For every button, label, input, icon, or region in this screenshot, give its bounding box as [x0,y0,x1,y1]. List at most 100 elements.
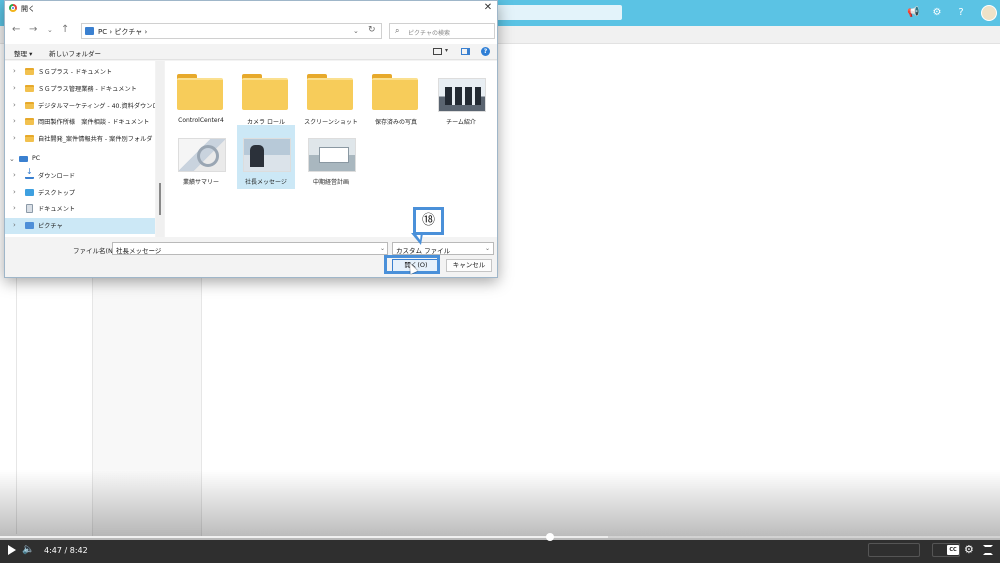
expand-chevron-icon[interactable]: › [13,204,16,212]
tree-item-digital-marketing[interactable]: › デジタルマーケティング - 40.資料ダウンロード [5,98,155,114]
video-overlay-shade [0,470,1000,540]
forward-arrow-icon[interactable]: → [29,25,37,35]
address-bar[interactable]: PC › ピクチャ › ⌄ ↻ [81,23,382,39]
view-dropdown-icon[interactable]: ▾ [445,47,448,54]
view-options-icon[interactable] [433,48,442,55]
close-icon[interactable]: ✕ [481,2,495,14]
folder-item-camera-roll[interactable]: カメラ ロール [237,65,295,129]
progress-scrubber[interactable] [546,533,554,541]
filetype-value: カスタム ファイル [396,247,451,255]
tree-item-sg-plus-admin[interactable]: › ＳＧプラス管理業務 - ドキュメント [5,81,155,97]
volume-icon[interactable]: 🔈 [22,544,34,555]
tree-item-label: PC [32,155,41,162]
expand-chevron-icon[interactable]: › [13,134,16,142]
tree-item-label: ダウンロード [38,173,76,180]
back-arrow-icon[interactable]: ← [12,25,20,35]
file-name: 中期経営計画 [312,179,349,186]
filetype-dropdown-icon[interactable]: ⌄ [485,245,490,252]
tree-item-desktop[interactable]: › デスクトップ [5,185,155,201]
help-icon[interactable]: ? [955,7,967,19]
folder-icon [242,74,288,110]
megaphone-icon[interactable]: 📢 [907,7,919,19]
app-search-bar[interactable] [486,5,622,20]
tree-item-label: ＳＧプラス - ドキュメント [38,69,113,76]
file-list: ControlCenter4 カメラ ロール スクリーンショット 保存済みの写真… [165,61,497,237]
organize-button[interactable]: 整理 ▾ [14,48,32,58]
gear-icon[interactable]: ⚙ [931,7,943,19]
image-item-performance-summary[interactable]: 業績サマリー [172,125,230,189]
folder-item-saved-pictures[interactable]: 保存済みの写真 [367,65,425,129]
tree-item-pc[interactable]: ⌄ PC [5,152,155,168]
dialog-titlebar: 開く ✕ [5,1,497,16]
chrome-icon [9,4,17,12]
search-placeholder: ピクチャの検索 [408,30,450,37]
cancel-button[interactable]: キャンセル [446,259,492,272]
refresh-icon[interactable]: ↻ [368,25,376,35]
address-dropdown-icon[interactable]: ⌄ [353,27,359,35]
dialog-toolbar: 整理 ▾ 新しいフォルダー ▾ ? [5,44,497,60]
dialog-title: 開く [21,5,35,13]
folder-icon [25,85,34,92]
play-icon[interactable] [8,545,16,555]
folder-icon [177,74,223,110]
folder-item-controlcenter4[interactable]: ControlCenter4 [172,65,230,129]
settings-gear-icon[interactable]: ⚙ [964,543,974,556]
expand-chevron-icon[interactable]: › [13,117,16,125]
tree-item-label: ドキュメント [38,206,76,213]
download-icon [25,167,34,179]
captions-icon[interactable]: CC [947,545,959,555]
player-overlay-button[interactable] [868,543,920,557]
folder-icon [372,74,418,110]
filename-dropdown-icon[interactable]: ⌄ [380,245,385,252]
search-input[interactable]: ⌕ ピクチャの検索 [389,23,495,39]
collapse-chevron-icon[interactable]: ⌄ [9,155,15,163]
tree-item-pictures[interactable]: › ピクチャ [5,218,155,234]
tree-item-label: ＳＧプラス管理業務 - ドキュメント [38,86,137,93]
folder-icon [25,135,34,142]
step-number-callout: ⑱ [413,207,444,235]
image-item-team-intro[interactable]: チーム紹介 [432,65,490,129]
expand-chevron-icon[interactable]: › [13,101,16,109]
recent-locations-chevron-icon[interactable]: ⌄ [47,25,53,35]
expand-chevron-icon[interactable]: › [13,188,16,196]
navigation-scrollbar[interactable] [156,61,164,237]
expand-chevron-icon[interactable]: › [13,67,16,75]
folder-icon [25,68,34,75]
navigation-row: ← → ⌄ ↑ PC › ピクチャ › ⌄ ↻ ⌕ ピクチャの検索 [5,16,497,44]
progress-buffer [550,536,608,538]
navigation-pane: › ＳＧプラス - ドキュメント › ＳＧプラス管理業務 - ドキュメント › … [5,61,155,237]
fullscreen-icon[interactable] [983,545,993,555]
tree-item-label: デスクトップ [38,190,76,197]
tree-item-downloads[interactable]: › ダウンロード [5,167,155,184]
tree-item-okada-consult[interactable]: › 岡田製作所様 案件相談 - ドキュメント [5,114,155,130]
image-thumbnail [438,78,486,112]
progress-fill [0,536,550,538]
filename-label: ファイル名(N): [73,247,118,255]
scrollbar-thumb[interactable] [159,183,161,215]
expand-chevron-icon[interactable]: › [13,171,16,179]
tree-item-documents[interactable]: › ドキュメント [5,201,155,217]
expand-chevron-icon[interactable]: › [13,84,16,92]
tree-item-label: ピクチャ [38,223,63,230]
help-icon[interactable]: ? [481,47,490,56]
time-display: 4:47 / 8:42 [44,546,88,555]
folder-item-screenshots[interactable]: スクリーンショット [302,65,360,129]
new-folder-button[interactable]: 新しいフォルダー [49,48,101,58]
image-item-president-message[interactable]: 社長メッセージ [237,125,295,189]
folder-icon [307,74,353,110]
filetype-select[interactable]: カスタム ファイル ⌄ [392,242,494,255]
avatar[interactable] [981,5,997,21]
tree-item-internal-dev[interactable]: › 自社開発_案件情報共有 - 案件別フォルダ [5,131,155,147]
address-path: PC › ピクチャ › [98,28,148,36]
video-player-controls [0,540,1000,563]
tree-item-label: 自社開発_案件情報共有 - 案件別フォルダ [38,136,153,143]
expand-chevron-icon[interactable]: › [13,221,16,229]
file-name: 社長メッセージ [245,179,287,186]
file-name: 業績サマリー [182,179,219,186]
tree-item-sg-plus-documents[interactable]: › ＳＧプラス - ドキュメント [5,64,155,80]
up-arrow-icon[interactable]: ↑ [61,25,69,35]
desktop-icon [25,189,34,196]
filename-field[interactable]: 社長メッセージ ⌄ [112,242,388,255]
image-item-mid-term-plan[interactable]: 中期経営計画 [302,125,360,189]
preview-pane-icon[interactable] [461,48,470,55]
